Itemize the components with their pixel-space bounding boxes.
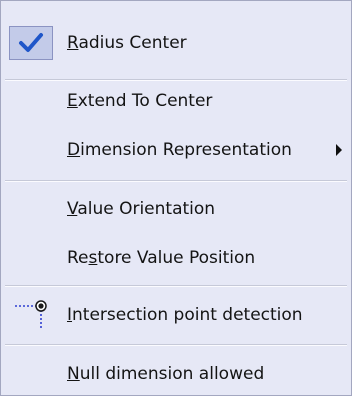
menu-item-null-dimension-allowed[interactable]: Null dimension allowed xyxy=(1,354,351,394)
menu-separator xyxy=(5,285,347,287)
intersection-point-icon xyxy=(15,300,47,330)
menu-separator xyxy=(5,344,347,346)
menu-item-label: Intersection point detection xyxy=(67,305,303,325)
menu-item-value-orientation[interactable]: Value Orientation xyxy=(1,189,351,229)
checked-state xyxy=(9,26,53,60)
menu-item-restore-value-position[interactable]: Restore Value Position xyxy=(1,238,351,278)
menu-separator xyxy=(5,180,347,182)
checkmark-icon xyxy=(19,33,43,52)
menu-item-label: Dimension Representation xyxy=(67,140,292,160)
menu-item-label: Value Orientation xyxy=(67,199,216,219)
menu-item-extend-to-center[interactable]: Extend To Center xyxy=(1,81,351,121)
menu-item-label: Radius Center xyxy=(67,33,187,53)
menu-item-intersection-point-detection[interactable]: Intersection point detection xyxy=(1,295,351,335)
menu-item-label: Null dimension allowed xyxy=(67,364,265,384)
menu-item-dimension-representation[interactable]: Dimension Representation xyxy=(1,130,351,170)
submenu-arrow-icon xyxy=(336,144,342,156)
context-menu: Radius Center Extend To Center Dimension… xyxy=(0,0,352,396)
item-icon-area xyxy=(9,298,53,332)
menu-item-label: Extend To Center xyxy=(67,91,213,111)
menu-item-label: Restore Value Position xyxy=(67,248,256,268)
menu-item-radius-center[interactable]: Radius Center xyxy=(1,23,351,63)
